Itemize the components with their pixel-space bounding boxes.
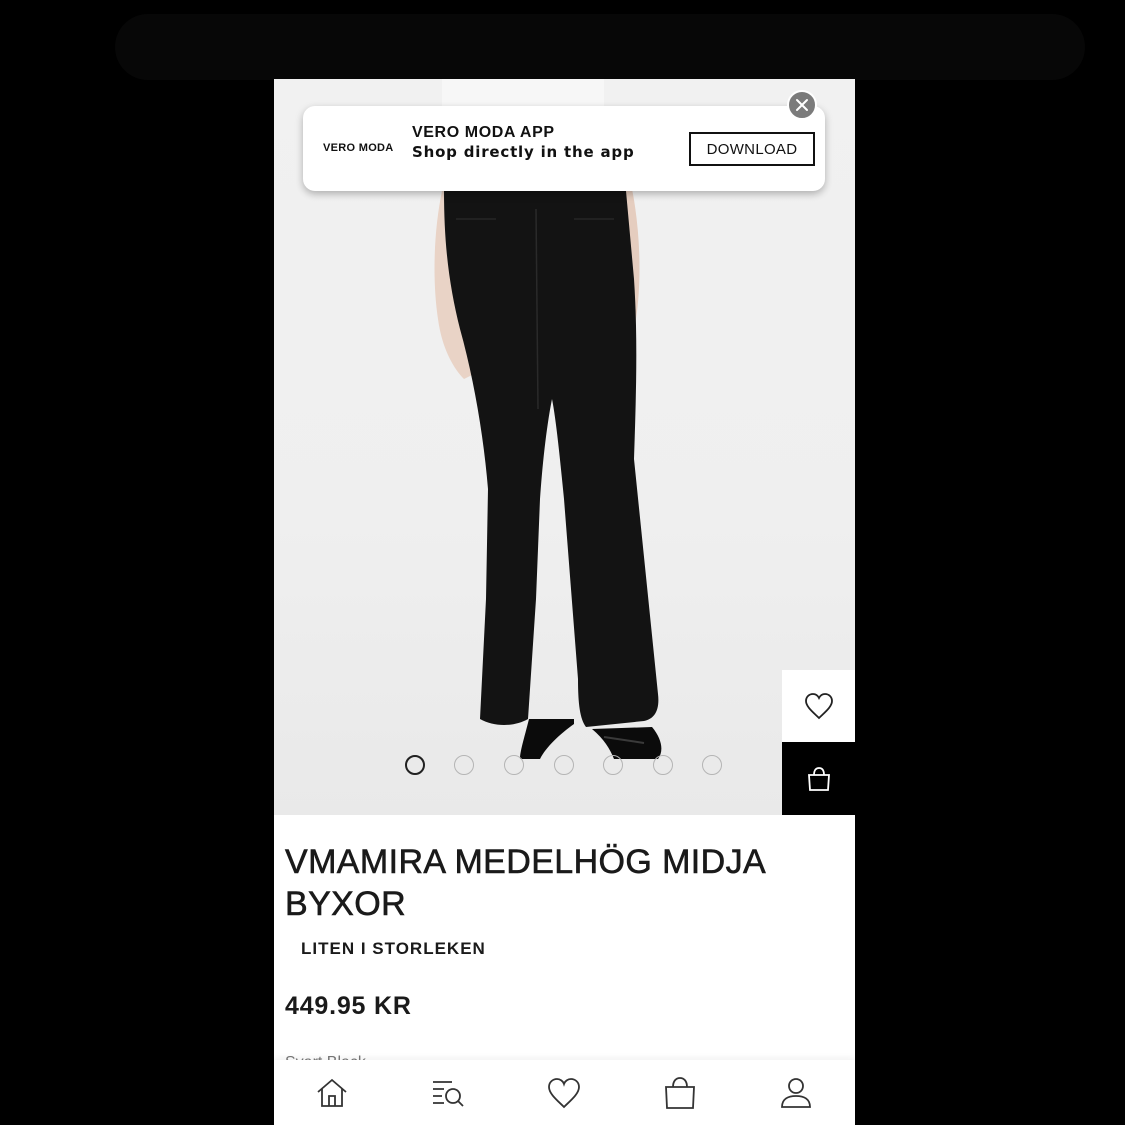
gallery-pagination bbox=[274, 755, 855, 779]
product-title: VMAMIRA MEDELHÖG MIDJA BYXOR bbox=[285, 843, 765, 924]
brand-logo: VERO MODA bbox=[323, 142, 394, 154]
gallery-dot[interactable] bbox=[702, 755, 722, 775]
gallery-dot[interactable] bbox=[653, 755, 673, 775]
gallery-dot[interactable] bbox=[504, 755, 524, 775]
product-price: 449.95 KR bbox=[285, 992, 412, 1020]
bottom-navigation bbox=[274, 1060, 855, 1125]
search-menu-icon bbox=[433, 1080, 464, 1107]
gallery-dot[interactable] bbox=[405, 755, 425, 775]
status-area bbox=[115, 14, 1085, 80]
close-banner-button[interactable] bbox=[787, 90, 817, 120]
nav-home[interactable] bbox=[297, 1060, 367, 1125]
banner-subtitle: Shop directly in the app bbox=[412, 143, 635, 161]
bag-icon bbox=[807, 766, 830, 791]
close-icon bbox=[796, 99, 808, 111]
home-icon bbox=[317, 1078, 347, 1107]
profile-icon bbox=[781, 1077, 811, 1108]
gallery-dot[interactable] bbox=[554, 755, 574, 775]
banner-title: VERO MODA APP bbox=[412, 124, 555, 141]
nav-profile[interactable] bbox=[761, 1060, 831, 1125]
nav-bag[interactable] bbox=[645, 1060, 715, 1125]
add-to-wishlist-button[interactable] bbox=[782, 670, 855, 742]
nav-search[interactable] bbox=[413, 1060, 483, 1125]
fit-note: LITEN I STORLEKEN bbox=[301, 939, 486, 958]
gallery-dot[interactable] bbox=[454, 755, 474, 775]
app-download-banner: VERO MODA VERO MODA APP Shop directly in… bbox=[303, 106, 825, 191]
bag-icon bbox=[665, 1076, 695, 1109]
download-app-button[interactable]: DOWNLOAD bbox=[689, 132, 815, 166]
nav-wishlist[interactable] bbox=[529, 1060, 599, 1125]
heart-icon bbox=[804, 693, 833, 720]
gallery-dot[interactable] bbox=[603, 755, 623, 775]
add-to-bag-button[interactable] bbox=[782, 742, 855, 815]
heart-icon bbox=[548, 1077, 580, 1108]
product-page: VERO MODA VERO MODA APP Shop directly in… bbox=[274, 79, 855, 1125]
